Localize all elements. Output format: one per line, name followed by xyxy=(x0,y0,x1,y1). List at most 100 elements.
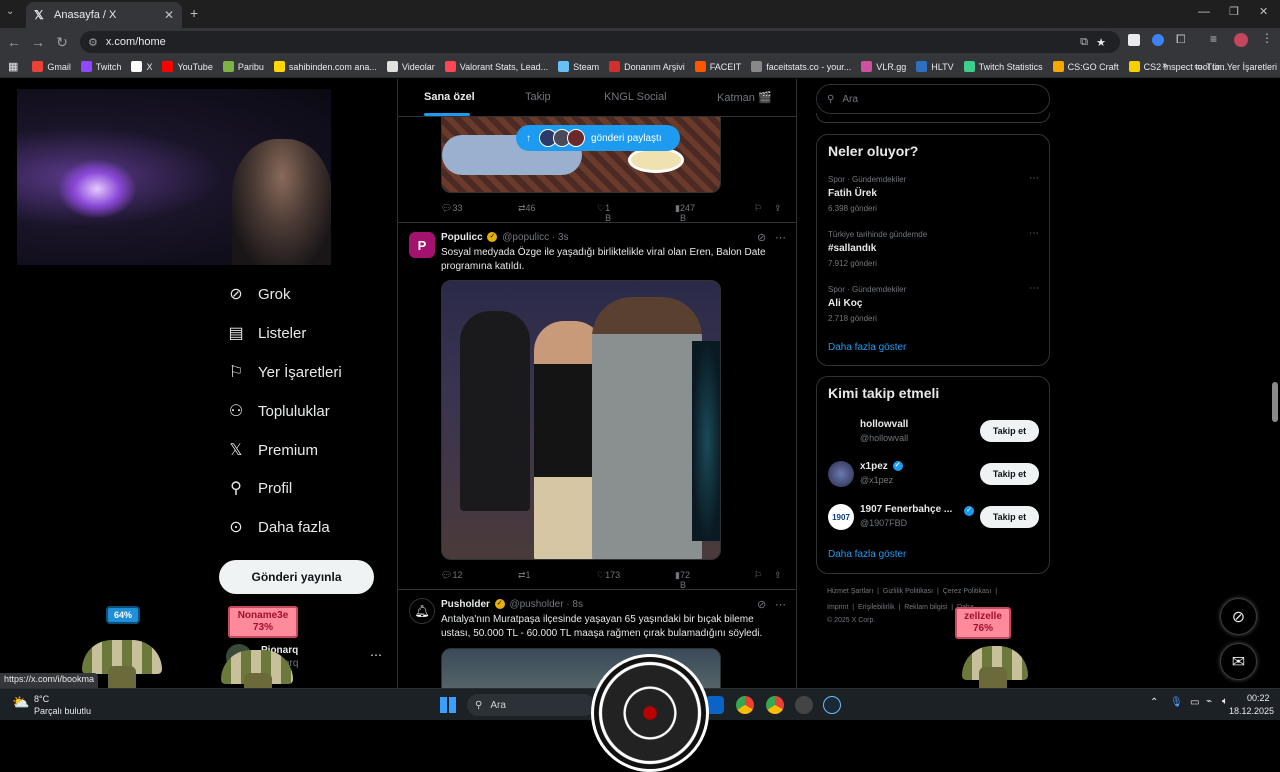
bookmark-item[interactable]: Valorant Stats, Lead... xyxy=(444,61,548,72)
address-bar[interactable]: ⚙ x.com/home ⧉ ★ xyxy=(80,31,1120,53)
messages-fab[interactable]: ✉ xyxy=(1220,643,1257,680)
mic-icon[interactable]: 🎙︎ xyxy=(1170,697,1183,708)
tab-katman[interactable]: Katman 🎬 xyxy=(717,91,772,104)
chrome-icon[interactable] xyxy=(736,696,754,714)
fenerbahce-logo-icon[interactable]: 1907 xyxy=(828,504,854,530)
share-icon[interactable]: ⇪ xyxy=(774,203,782,214)
tray-chevron-icon[interactable]: ⌃ xyxy=(1150,697,1158,708)
tweet-more-icon[interactable]: ⋯ xyxy=(775,231,786,244)
new-posts-pill[interactable]: ↑ gönderi paylaştı xyxy=(516,125,680,151)
tweet-author[interactable]: Pusholder xyxy=(441,599,490,610)
tweet-author[interactable]: Populicc xyxy=(441,232,483,243)
tab-for-you[interactable]: Sana özel xyxy=(424,91,475,103)
footer-link[interactable]: Çerez Politikası xyxy=(943,588,992,595)
volume-icon[interactable]: 🔈︎ xyxy=(1222,696,1228,707)
tweet-media[interactable] xyxy=(441,280,721,560)
avatar[interactable]: P xyxy=(409,232,435,258)
bookmark-item[interactable]: Twitch xyxy=(80,61,121,72)
tab-kngl-social[interactable]: KNGL Social xyxy=(604,91,667,103)
close-tab-icon[interactable]: ✕ xyxy=(164,8,174,22)
bookmark-icon[interactable]: ⚐ xyxy=(754,570,762,581)
install-app-icon[interactable]: ⧉ xyxy=(1080,36,1088,49)
all-bookmarks[interactable]: ▭ Tüm Yer İşaretleri xyxy=(1194,61,1277,72)
footer-link[interactable]: Reklam bilgisi xyxy=(904,604,947,611)
site-info-icon[interactable]: ⚙ xyxy=(88,36,98,49)
views-button[interactable]: ▮ 72 B xyxy=(675,570,690,590)
share-icon[interactable]: ⇪ xyxy=(774,570,782,581)
sidebar-item-lists[interactable]: ▤ Listeler xyxy=(226,323,306,343)
bookmark-item[interactable]: HLTV xyxy=(916,61,954,72)
trend-item[interactable]: Türkiye tarihinde gündemde #sallandık 7.… xyxy=(817,228,1049,276)
bookmark-item[interactable]: Twitch Statistics xyxy=(963,61,1043,72)
chrome-profile-icon[interactable] xyxy=(766,696,784,714)
bookmark-item[interactable]: faceitstats.co - your... xyxy=(751,61,851,72)
minimize-icon[interactable]: — xyxy=(1198,4,1210,18)
repost-button[interactable]: ⇄ 46 xyxy=(518,203,536,214)
who-to-follow-show-more[interactable]: Daha fazla göster xyxy=(828,549,906,560)
post-button[interactable]: Gönderi yayınla xyxy=(219,560,374,594)
forward-icon[interactable]: → xyxy=(26,34,50,50)
footer-link[interactable]: Imprint xyxy=(827,604,848,611)
grok-icon[interactable]: ⊘ xyxy=(757,598,766,611)
trend-item[interactable]: Spor · Gündemdekiler Ali Koç 2.718 gönde… xyxy=(817,283,1049,331)
sidebar-item-grok[interactable]: ⊘ Grok xyxy=(226,284,290,304)
tab-home[interactable]: 𝕏 Anasayfa / X ✕ xyxy=(26,2,182,28)
taskbar-search[interactable]: ⚲ Ara xyxy=(467,694,595,716)
sidebar-item-communities[interactable]: ⚇ Topluluklar xyxy=(226,401,330,421)
apps-grid-icon[interactable]: ▦ xyxy=(8,60,18,73)
clock-date[interactable]: 18.12.2025 xyxy=(1229,706,1274,716)
sidebar-item-more[interactable]: ⊙ Daha fazla xyxy=(226,517,329,537)
bookmark-icon[interactable]: ⚐ xyxy=(754,203,762,214)
new-tab-icon[interactable]: + xyxy=(190,5,198,21)
bookmark-item[interactable]: Paribu xyxy=(222,61,264,72)
bookmark-item[interactable]: Steam xyxy=(558,61,599,72)
avatar[interactable] xyxy=(828,461,854,487)
media-control-icon[interactable]: ≡ xyxy=(1210,32,1217,46)
follow-button[interactable]: Takip et xyxy=(980,463,1039,485)
bookmark-item[interactable]: Gmail xyxy=(32,61,71,72)
back-icon[interactable]: ← xyxy=(2,34,26,50)
star-icon[interactable]: ★ xyxy=(1096,36,1106,49)
tab-search-chevron-icon[interactable]: ⌄ xyxy=(6,6,14,17)
search-input[interactable]: ⚲ Ara xyxy=(816,84,1050,114)
like-button[interactable]: ♡ 173 xyxy=(597,570,620,581)
clock-time[interactable]: 00:22 xyxy=(1247,693,1270,703)
app-icon[interactable] xyxy=(795,696,813,714)
sidebar-item-bookmarks[interactable]: ⚐ Yer İşaretleri xyxy=(226,362,342,382)
trend-item[interactable]: Spor · Gündemdekiler Fatih Ürek 6.398 gö… xyxy=(817,173,1049,221)
tweet-handle[interactable]: @pusholder · 8s xyxy=(509,599,583,610)
grok-fab[interactable]: ⊘ xyxy=(1220,598,1257,635)
repost-button[interactable]: ⇄ 1 xyxy=(518,570,531,581)
views-button[interactable]: ▮ 247 B xyxy=(675,203,695,223)
footer-link[interactable]: Hizmet Şartları xyxy=(827,588,873,595)
tweet-more-icon[interactable]: ⋯ xyxy=(775,598,786,611)
bookmark-item[interactable]: FACEIT xyxy=(694,61,741,72)
follow-suggestion-name[interactable]: x1pez ✓ xyxy=(860,461,905,472)
extension-icon[interactable] xyxy=(1128,34,1140,46)
tab-following[interactable]: Takip xyxy=(525,91,551,103)
follow-suggestion-name[interactable]: hollowvall xyxy=(860,419,908,430)
follow-suggestion-name[interactable]: 1907 Fenerbahçe ... xyxy=(860,504,952,515)
network-icon[interactable]: ⌁ xyxy=(1206,696,1212,707)
restore-icon[interactable]: ❐ xyxy=(1229,5,1239,18)
trends-show-more[interactable]: Daha fazla göster xyxy=(828,342,906,353)
bookmarks-overflow-icon[interactable]: » xyxy=(1162,60,1168,71)
trend-more-icon[interactable]: ⋯ xyxy=(1029,173,1039,184)
sidebar-item-premium[interactable]: 𝕏 Premium xyxy=(226,440,318,460)
grok-icon[interactable]: ⊘ xyxy=(757,231,766,244)
footer-link[interactable]: Erişilebilirlik xyxy=(858,604,895,611)
reply-button[interactable]: 💬︎ 12 xyxy=(441,570,462,581)
account-more-icon[interactable]: ⋯ xyxy=(370,648,382,662)
trend-more-icon[interactable]: ⋯ xyxy=(1029,283,1039,294)
bookmark-item[interactable]: YouTube xyxy=(162,61,213,72)
trend-more-icon[interactable]: ⋯ xyxy=(1029,228,1039,239)
puzzle-icon[interactable]: ⧠ xyxy=(1176,32,1186,47)
weather-widget[interactable]: ⛅ 8°C Parçalı bulutlu xyxy=(12,692,112,718)
menu-icon[interactable]: ⋮ xyxy=(1261,31,1273,45)
bookmark-item[interactable]: CS:GO Craft xyxy=(1052,61,1119,72)
windows-start-icon[interactable] xyxy=(440,697,456,713)
scrollbar-thumb[interactable] xyxy=(1272,382,1278,422)
tweet-handle[interactable]: @populicc · 3s xyxy=(502,232,568,243)
follow-button[interactable]: Takip et xyxy=(980,420,1039,442)
like-button[interactable]: ♡ 1 B xyxy=(597,203,611,223)
